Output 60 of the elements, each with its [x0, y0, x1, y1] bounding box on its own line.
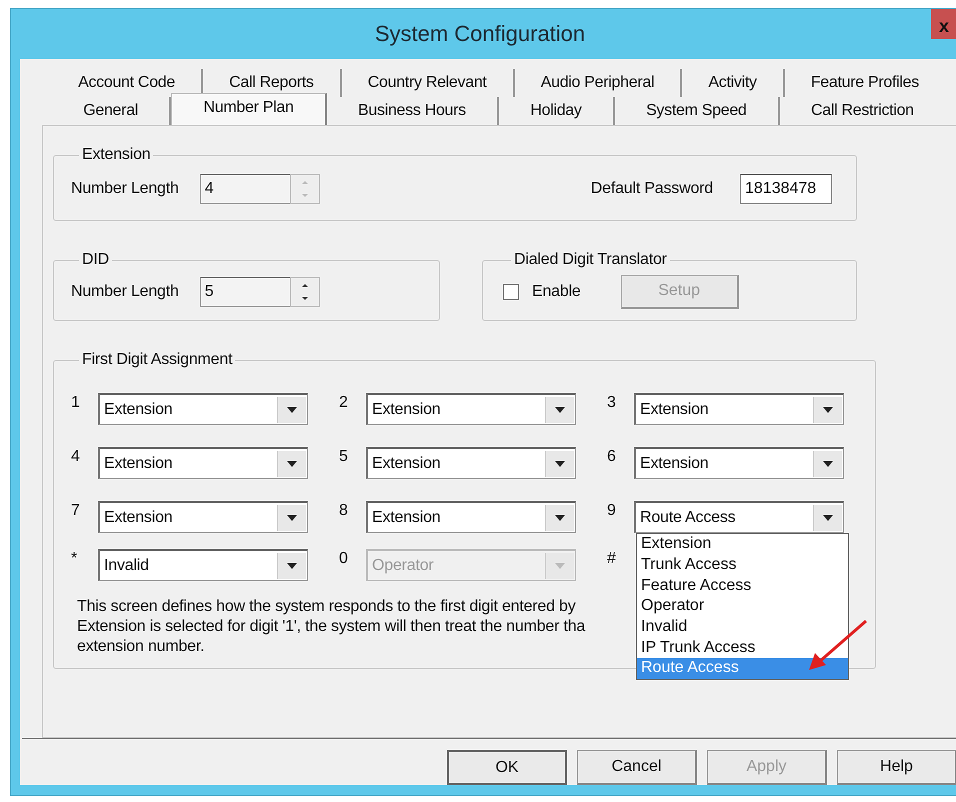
checkbox[interactable] [503, 284, 519, 300]
dropdown-field[interactable]: Extension [98, 393, 308, 425]
number-length-field[interactable]: 4 [200, 174, 290, 204]
caret-icon [286, 562, 298, 570]
group-title: Dialed Digit Translator [513, 251, 668, 269]
caret-icon [286, 460, 298, 468]
caret-icon [286, 406, 298, 414]
field-label: Number Length [71, 282, 179, 300]
close-button[interactable]: x [931, 9, 956, 39]
group-title: Extension [81, 146, 152, 164]
dropdown-field[interactable]: Extension [634, 447, 844, 479]
digit-label: 7 [71, 501, 81, 520]
group-title: First Digit Assignment [81, 351, 234, 369]
window-title: System Configuration [374, 21, 586, 47]
tab[interactable]: Country Relevant [342, 69, 515, 97]
arrow-annotation [809, 620, 867, 670]
dropdown-field[interactable]: Extension [634, 393, 844, 425]
caret-icon [554, 406, 566, 414]
tab[interactable]: Number Plan [171, 93, 327, 125]
tab[interactable]: Audio Peripheral [514, 69, 682, 97]
digit-label: 6 [607, 447, 617, 466]
digit-label: 3 [607, 393, 617, 412]
caret-icon [554, 514, 566, 522]
dropdown-field[interactable]: Extension [366, 393, 576, 425]
dropdown-field[interactable]: Invalid [98, 549, 308, 581]
digit-label: 0 [339, 549, 349, 568]
digit-label: 8 [339, 501, 349, 520]
dropdown-field[interactable]: Extension [366, 501, 576, 533]
digit-label: 9 [607, 501, 617, 520]
password-field[interactable]: 18138478 [740, 174, 832, 204]
description-text: extension number. [77, 637, 204, 657]
caret-icon [822, 406, 834, 414]
digit-label: 5 [339, 447, 349, 466]
description-text: Extension is selected for digit '1', the system will then treat the number tha [77, 617, 586, 637]
dialog-button[interactable]: Help [837, 750, 956, 785]
caret-icon [286, 514, 298, 522]
dialog-button[interactable]: Cancel [577, 750, 697, 785]
digit-label: * [71, 549, 78, 568]
field-label: Number Length [71, 180, 179, 198]
digit-label: # [607, 549, 617, 568]
field-label: Default Password [590, 180, 713, 198]
tab[interactable]: Call Restriction [780, 97, 946, 125]
digit-label: 2 [339, 393, 349, 412]
dropdown-field[interactable]: Extension [98, 447, 308, 479]
caret-icon [822, 460, 834, 468]
spinner[interactable] [290, 276, 320, 306]
number-length-field[interactable]: 5 [200, 276, 290, 306]
checkbox-label: Enable [532, 282, 581, 300]
caret-icon [822, 514, 834, 522]
dropdown-field[interactable]: Extension [366, 447, 576, 479]
dialog-button[interactable]: OK [447, 750, 567, 785]
caret-icon [554, 562, 566, 570]
tab[interactable]: Feature Profiles [784, 69, 946, 97]
dropdown-field[interactable]: Extension [98, 501, 308, 533]
caret-icon [554, 460, 566, 468]
tab[interactable]: Activity [682, 69, 785, 97]
digit-label: 1 [71, 393, 81, 412]
digit-label: 4 [71, 447, 81, 466]
group-title: DID [81, 251, 110, 269]
description-text: This screen defines how the system responds to the first digit entered by [77, 597, 576, 617]
